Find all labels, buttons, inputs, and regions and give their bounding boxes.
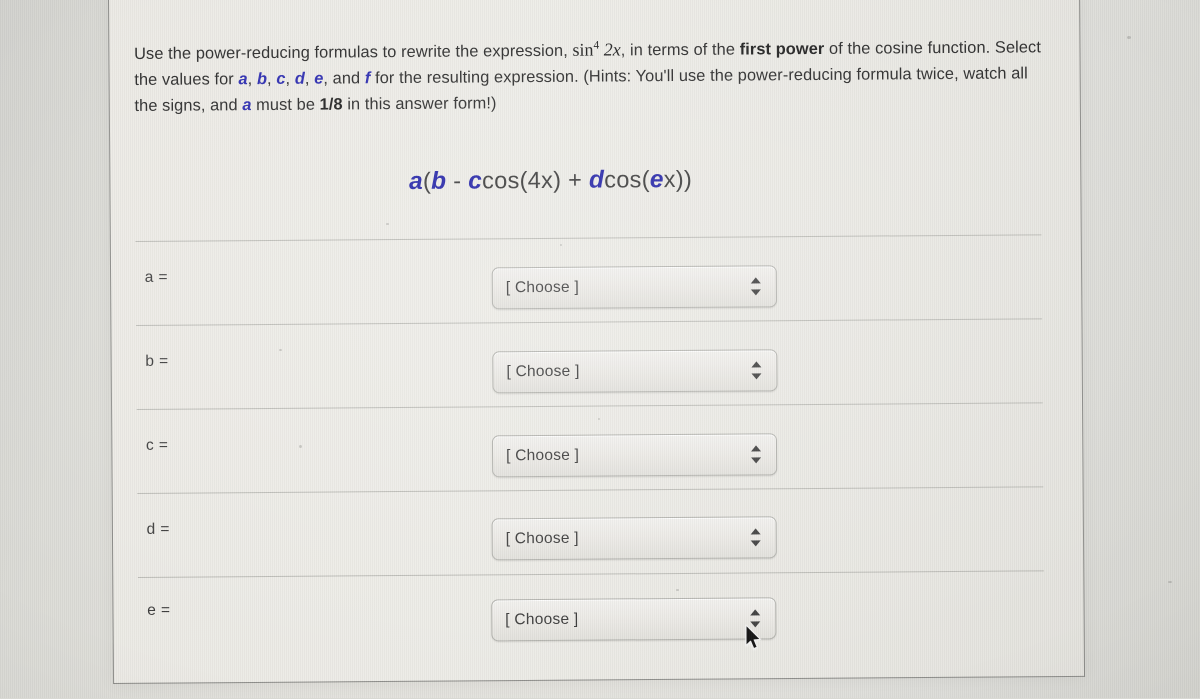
inline-variable-e: e — [314, 70, 323, 88]
row-label-c: c = — [146, 437, 168, 455]
expr-var-d: d — [589, 167, 604, 194]
sin-power-expression: sin4 2x — [572, 39, 620, 59]
expr-cos-4x: cos(4x) — [482, 167, 561, 194]
inline-variable-d: d — [295, 70, 305, 88]
row-separator-a-b — [136, 318, 1042, 326]
chevron-updown-icon — [751, 360, 762, 380]
question-prose: Use the power-reducing formulas to rewri… — [134, 29, 1047, 119]
dropdown-c[interactable]: [ Choose ] — [492, 433, 777, 477]
expr-var-e: e — [650, 166, 664, 193]
question-line2-post: for the resulting expression. — [370, 68, 578, 88]
dropdown-a-value: [ Choose ] — [506, 279, 579, 298]
dropdown-e[interactable]: [ Choose ] — [491, 597, 776, 641]
sin-argument: 2x — [604, 39, 621, 59]
inline-variable-b: b — [257, 70, 267, 88]
expr-cos-open: cos( — [604, 166, 650, 192]
expr-var-c: c — [468, 167, 482, 194]
inline-variable-a-hint: a — [242, 96, 251, 114]
dropdown-c-value: [ Choose ] — [506, 447, 579, 466]
chevron-updown-icon — [751, 276, 762, 296]
expr-open-paren-1: ( — [423, 168, 431, 194]
chevron-updown-icon — [751, 444, 762, 464]
question-first-power-bold: first power — [740, 40, 825, 59]
chevron-updown-icon — [750, 608, 761, 628]
question-line1-pre: Use the power-reducing formulas to rewri… — [134, 42, 572, 63]
hint-value-one-eighth: 1/8 — [320, 95, 343, 113]
expr-cos-close: x)) — [664, 166, 693, 192]
row-label-a: a = — [145, 269, 168, 287]
row-separator-d-e — [138, 570, 1044, 578]
question-line2-and: , and — [323, 69, 365, 87]
dropdown-d-value: [ Choose ] — [506, 530, 579, 549]
row-label-d: d = — [147, 521, 170, 539]
expr-minus: - — [446, 168, 468, 194]
sin-function-label: sin — [572, 40, 593, 60]
sin-exponent: 4 — [593, 40, 599, 52]
question-line3-mid: must be — [251, 96, 319, 114]
expr-var-b: b — [431, 168, 446, 195]
dropdown-b-value: [ Choose ] — [506, 363, 579, 382]
question-line1-mid: , in terms of the — [621, 41, 740, 60]
question-content-area: Use the power-reducing formulas to rewri… — [0, 0, 1200, 699]
row-label-e: e = — [147, 602, 170, 620]
answer-form-expression: a(b - ccos(4x) + dcos(ex)) — [409, 166, 692, 196]
expr-plus: + — [561, 167, 589, 193]
question-line3-post: in — [343, 95, 361, 113]
dropdown-b[interactable]: [ Choose ] — [492, 349, 777, 393]
dropdown-e-value: [ Choose ] — [505, 611, 578, 630]
question-line4: this answer form!) — [365, 94, 497, 113]
row-label-b: b = — [145, 353, 168, 371]
dropdown-d[interactable]: [ Choose ] — [492, 516, 777, 560]
inline-variable-c: c — [276, 70, 285, 88]
expr-var-a: a — [409, 168, 423, 195]
inline-variable-a: a — [238, 70, 247, 88]
chevron-updown-icon — [751, 527, 762, 547]
row-separator-c-d — [137, 486, 1043, 494]
dropdown-a[interactable]: [ Choose ] — [492, 265, 777, 309]
row-separator-b-c — [137, 402, 1043, 410]
row-separator-top — [135, 234, 1041, 242]
